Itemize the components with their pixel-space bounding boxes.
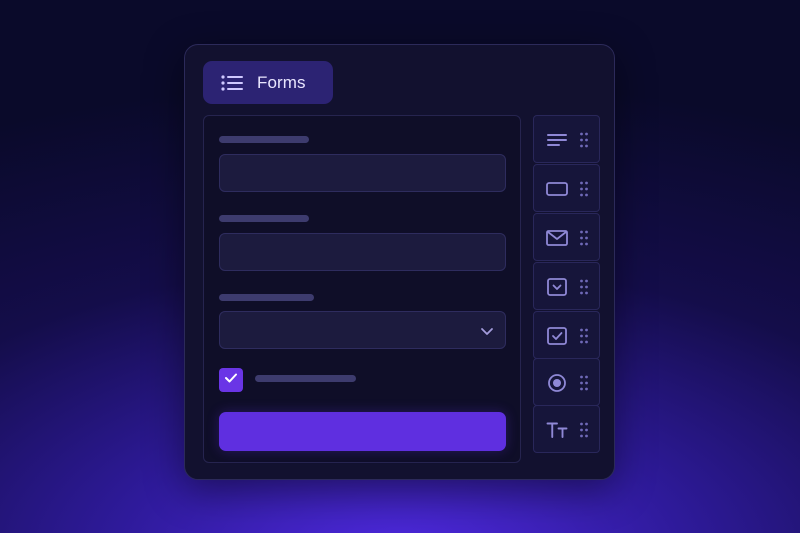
- drag-handle-icon[interactable]: [580, 132, 588, 153]
- palette-item-radio[interactable]: [533, 358, 600, 406]
- text-style-icon: [546, 419, 568, 441]
- palette-item-input[interactable]: [533, 164, 600, 212]
- drag-handle-icon[interactable]: [580, 328, 588, 349]
- palette-item-paragraph[interactable]: [533, 115, 600, 163]
- mail-icon: [546, 227, 568, 249]
- drag-handle-icon[interactable]: [580, 279, 588, 300]
- field-label-placeholder: [219, 294, 314, 301]
- checkbox-icon: [546, 325, 568, 347]
- chevron-down-icon: [480, 324, 494, 342]
- palette-item-text[interactable]: [533, 405, 600, 453]
- field-label-placeholder: [219, 136, 309, 143]
- drag-handle-icon[interactable]: [580, 230, 588, 251]
- drag-handle-icon[interactable]: [580, 181, 588, 202]
- form-canvas: [203, 115, 521, 463]
- list-icon: [221, 74, 243, 91]
- field-label-placeholder: [219, 215, 309, 222]
- check-icon: [224, 371, 238, 389]
- paragraph-icon: [546, 129, 568, 151]
- forms-title-tab[interactable]: Forms: [203, 61, 333, 104]
- radio-icon: [546, 372, 568, 394]
- window-title: Forms: [257, 72, 306, 92]
- checkbox[interactable]: [219, 368, 243, 392]
- input-box-icon: [546, 178, 568, 200]
- drag-handle-icon[interactable]: [580, 375, 588, 396]
- text-input-field[interactable]: [219, 233, 506, 271]
- submit-button[interactable]: [219, 412, 506, 451]
- forms-window: Forms: [184, 44, 615, 480]
- palette-item-dropdown[interactable]: [533, 262, 600, 310]
- palette-item-checkbox[interactable]: [533, 311, 600, 359]
- select-dropdown[interactable]: [219, 311, 506, 349]
- palette-item-email[interactable]: [533, 213, 600, 261]
- text-input-field[interactable]: [219, 154, 506, 192]
- checkbox-label-placeholder: [255, 375, 356, 382]
- dropdown-icon: [546, 276, 568, 298]
- drag-handle-icon[interactable]: [580, 422, 588, 443]
